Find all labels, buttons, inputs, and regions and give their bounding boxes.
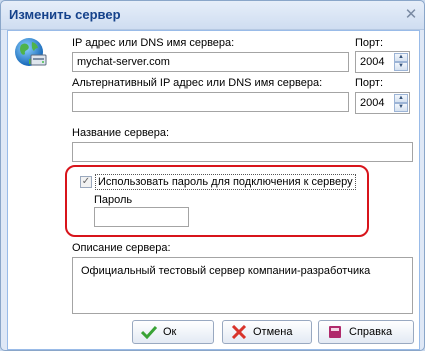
port-spin-buttons[interactable]: ▲ ▼ — [394, 53, 408, 71]
alt-ip-address-input[interactable] — [72, 92, 349, 112]
ip-address-input[interactable]: mychat-server.com — [72, 52, 349, 72]
title-bar[interactable]: Изменить сервер ✕ — [1, 1, 424, 30]
help-button[interactable]: Справка — [318, 320, 414, 344]
alt-port-label: Порт: — [355, 77, 383, 89]
spin-up-icon[interactable]: ▲ — [394, 94, 408, 103]
alt-port-value: 2004 — [360, 97, 385, 109]
ok-label: Ок — [163, 326, 177, 338]
ip-address-label: IP адрес или DNS имя сервера: — [72, 37, 235, 49]
spin-down-icon[interactable]: ▼ — [394, 103, 408, 112]
port-value: 2004 — [360, 56, 385, 68]
checkmark-icon — [141, 325, 157, 339]
description-label: Описание сервера: — [72, 242, 171, 254]
cancel-label: Отмена — [253, 326, 293, 338]
use-password-label[interactable]: Использовать пароль для подключения к се… — [95, 174, 356, 190]
book-icon — [329, 326, 341, 338]
dialog-title: Изменить сервер — [9, 7, 121, 22]
port-spinner[interactable]: 2004 ▲ ▼ — [355, 51, 410, 73]
server-name-input[interactable] — [72, 142, 413, 162]
alt-ip-address-label: Альтернативный IP адрес или DNS имя серв… — [72, 77, 323, 89]
password-label: Пароль — [94, 194, 133, 206]
close-icon[interactable]: ✕ — [404, 7, 418, 22]
edit-server-dialog: Изменить сервер ✕ IP адрес или DNS имя с… — [0, 0, 425, 351]
alt-port-spinner[interactable]: 2004 ▲ ▼ — [355, 92, 410, 114]
server-name-label: Название сервера: — [72, 127, 170, 139]
help-label: Справка — [349, 326, 393, 338]
dialog-body: IP адрес или DNS имя сервера: mychat-ser… — [7, 30, 420, 350]
alt-port-spin-buttons[interactable]: ▲ ▼ — [394, 94, 408, 112]
spin-down-icon[interactable]: ▼ — [394, 62, 408, 71]
password-input[interactable] — [94, 207, 189, 227]
globe-server-icon — [15, 38, 47, 66]
cross-icon — [231, 325, 247, 339]
cancel-button[interactable]: Отмена — [222, 320, 312, 344]
port-label: Порт: — [355, 37, 383, 49]
ok-button[interactable]: Ок — [132, 320, 214, 344]
use-password-checkbox[interactable]: ✓ — [80, 176, 92, 188]
spin-up-icon[interactable]: ▲ — [394, 53, 408, 62]
description-textarea[interactable]: Официальный тестовый сервер компании-раз… — [72, 257, 413, 314]
